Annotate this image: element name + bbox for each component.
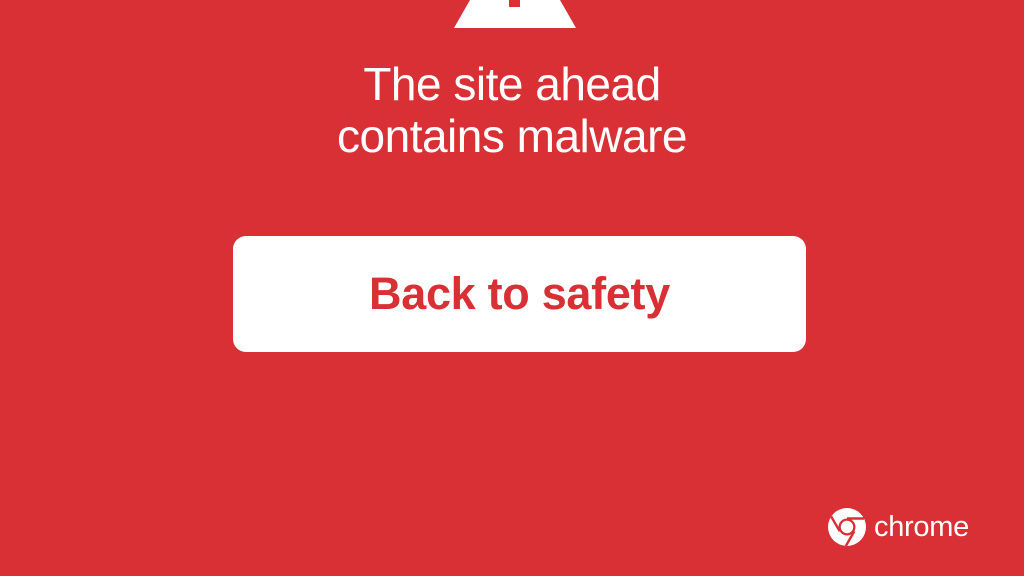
headline-line-1: The site ahead xyxy=(363,58,661,110)
headline-line-2: contains malware xyxy=(337,110,687,162)
back-to-safety-label: Back to safety xyxy=(369,268,670,319)
page-title: The site ahead contains malware xyxy=(0,58,1024,162)
chrome-logo-icon xyxy=(827,507,867,547)
back-to-safety-button[interactable]: Back to safety xyxy=(233,236,806,352)
chrome-wordmark: chrome xyxy=(874,510,969,543)
chrome-brand: chrome xyxy=(827,506,969,548)
warning-triangle-icon xyxy=(454,0,576,28)
